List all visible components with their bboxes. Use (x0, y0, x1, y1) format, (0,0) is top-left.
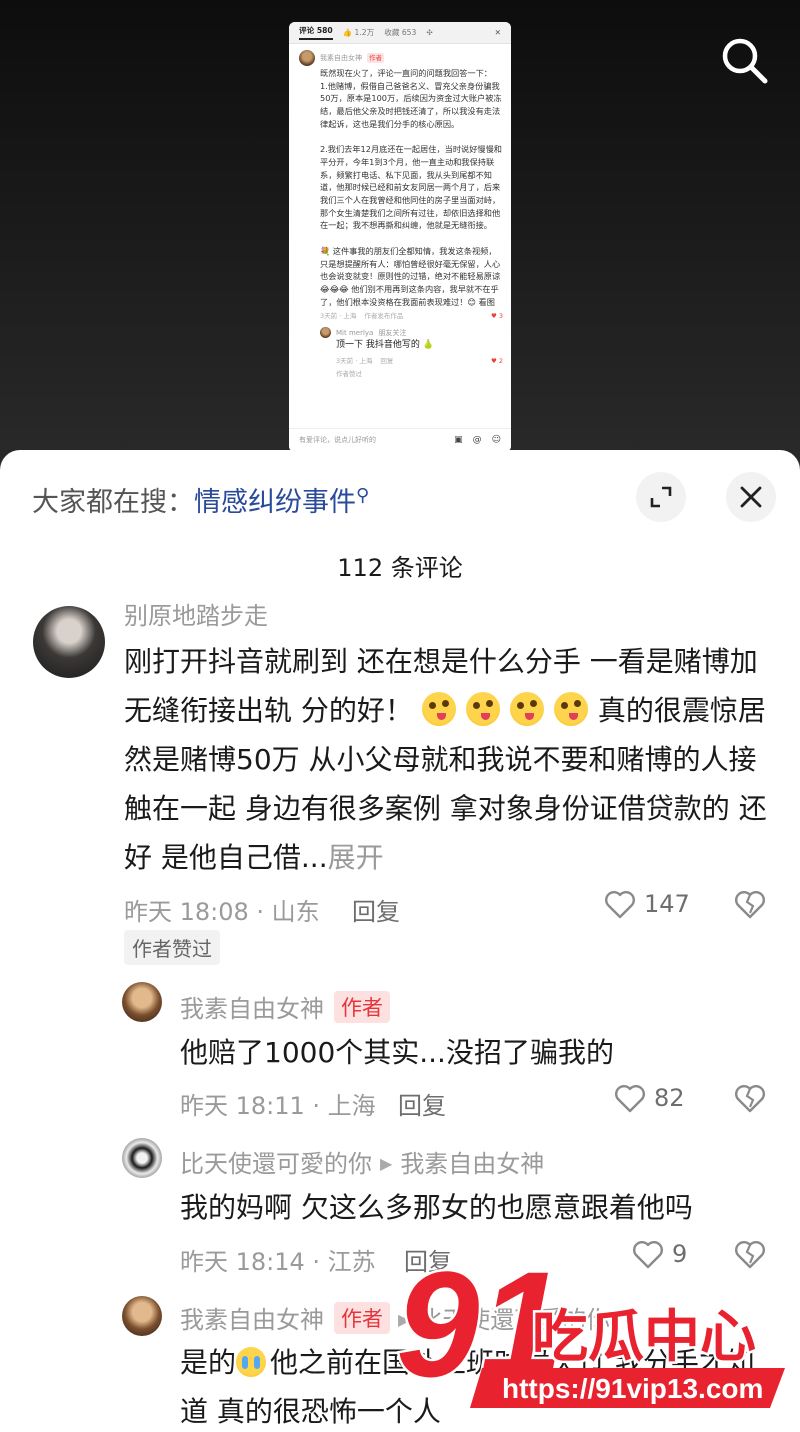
preview-reply-avatar (320, 327, 331, 339)
preview-heart-icon: ♥ 3 (490, 312, 503, 321)
reply-button[interactable]: 回复 (352, 892, 400, 927)
comment-time: 昨天 18:11 · 上海 (180, 1092, 376, 1120)
heart-icon (633, 1241, 663, 1269)
reply-arrow-icon: ▶ (380, 1154, 393, 1173)
small-search-icon: ⚲ (356, 485, 370, 506)
preview-tab-likes: 👍 1.2万 (342, 27, 375, 37)
comment-text: 他赔了1000个其实...没招了骗我的 (180, 1036, 614, 1069)
preview-close-icon: ✕ (494, 27, 501, 37)
reply-to-name: 我素自由女神 (400, 1150, 545, 1178)
video-background: 评论 580 👍 1.2万 收藏 653 ✣ ✕ 我素自由女神 作者 既然现在火… (0, 0, 800, 470)
preview-tab-comments: 评论 580 (299, 25, 333, 41)
expand-button[interactable] (636, 472, 686, 522)
dislike-heart-icon[interactable] (734, 1239, 766, 1269)
preview-share-icon: ✣ (426, 27, 433, 37)
dislike-heart-icon[interactable] (734, 889, 766, 919)
hot-search-bar[interactable]: 大家都在搜：情感纠纷事件⚲ (32, 480, 369, 519)
preview-at-icon: @ (472, 434, 482, 445)
preview-author-tag: 作者 (367, 52, 384, 64)
preview-reply: Mit merlya 朋友关注 顶一下 我抖音他写的 🍐 3天前 · 上海 回复… (320, 327, 503, 379)
video-screenshot: 评论 580 👍 1.2万 收藏 653 ✣ ✕ 我素自由女神 作者 既然现在火… (289, 22, 511, 452)
preview-reply-text: 顶一下 我抖音他写的 🍐 (336, 340, 434, 351)
preview-author-name: 我素自由女神 (320, 53, 362, 62)
like-count: 147 (644, 890, 690, 918)
comment-text: 刚打开抖音就刷到 还在想是什么分手 一看是赌博加无缝衔接出轨 分的好！ 真的很震… (124, 645, 767, 874)
heart-icon (605, 891, 635, 919)
author-tag: 作者 (334, 991, 390, 1023)
emoji-icon (509, 692, 544, 726)
hot-search-keyword[interactable]: 情感纠纷事件 (194, 487, 356, 518)
preview-author-avatar (299, 50, 315, 66)
dislike-heart-icon[interactable] (734, 1083, 766, 1113)
emoji-icon (421, 692, 456, 726)
crying-emoji-icon (236, 1347, 267, 1377)
close-icon (740, 486, 762, 508)
preview-post: 我素自由女神 作者 既然现在火了，评论一直问的问题我回答一下： 1.他赌博，假借… (289, 44, 511, 379)
comment-sheet: 大家都在搜：情感纠纷事件⚲ 112 条评论 别原地踏步走 刚打开抖音就刷到 还在… (0, 450, 800, 1432)
author-liked-badge: 作者赞过 (124, 930, 220, 965)
preview-reply-heart-icon: ♥ 2 (490, 357, 503, 366)
preview-reply-meta: 3天前 · 上海 回复 ♥ 2 (336, 357, 503, 366)
preview-reply-badge: 作者赞过 (336, 370, 362, 379)
commenter-name[interactable]: 我素自由女神 作者 (180, 989, 390, 1024)
sheet-header: 大家都在搜：情感纠纷事件⚲ 112 条评论 (0, 450, 800, 582)
close-button[interactable] (726, 472, 776, 522)
emoji-icon (465, 692, 500, 726)
comment-time: 昨天 18:14 · 江苏 (180, 1248, 376, 1276)
reply-button[interactable]: 回复 (404, 1242, 452, 1277)
comment-time: 昨天 18:08 · 山东 (124, 898, 320, 926)
hot-search-label: 大家都在搜： (32, 487, 194, 518)
search-icon[interactable] (718, 34, 772, 88)
preview-reply-tag: 朋友关注 (378, 328, 407, 337)
avatar[interactable] (122, 982, 162, 1022)
avatar[interactable] (122, 1296, 162, 1336)
expand-text-link[interactable]: 展开 (328, 841, 384, 874)
like-count: 82 (654, 1084, 685, 1112)
author-tag: 作者 (334, 1302, 390, 1334)
reply-button[interactable]: 回复 (398, 1086, 446, 1121)
like-button[interactable]: 82 (614, 1083, 685, 1113)
expand-icon (650, 486, 672, 508)
like-count: 9 (672, 1240, 688, 1268)
commenter-name[interactable]: 我素自由女神 作者 ▶ 比天使還可愛的你 (180, 1300, 610, 1335)
preview-tabs: 评论 580 👍 1.2万 收藏 653 ✣ ✕ (289, 22, 511, 44)
comment-text: 我的妈啊 欠这么多那女的也愿意跟着他吗 (180, 1191, 693, 1224)
reply-arrow-icon: ▶ (398, 1310, 411, 1329)
commenter-name[interactable]: 别原地踏步走 (124, 596, 268, 631)
preview-reply-name: Mit merlya (336, 328, 374, 337)
like-button[interactable]: 9 (632, 1239, 687, 1269)
preview-emoji-icon: ☺ (491, 434, 501, 445)
preview-tab-favorites: 收藏 653 (384, 27, 417, 37)
heart-icon (615, 1085, 645, 1113)
avatar[interactable] (33, 606, 105, 678)
preview-image-icon: ▣ (454, 434, 463, 445)
preview-post-text: 既然现在火了，评论一直问的问题我回答一下： 1.他赌博，假借自己爸爸名义、冒充父… (320, 68, 502, 307)
comment-text: 是的 他之前在国外上班时候欠过 我分手才知道 真的很恐怖一个人 (180, 1346, 755, 1428)
reply-to-name: 比天使還可愛的你 (418, 1306, 611, 1334)
emoji-icon (553, 692, 588, 726)
preview-post-meta: 3天前 · 上海 作者发布作品 ♥ 3 (320, 312, 503, 321)
comment-count: 112 条评论 (337, 554, 463, 582)
avatar[interactable] (122, 1138, 162, 1178)
preview-comment-input: 有爱评论，说点儿好听的 ▣ @ ☺ (289, 428, 511, 452)
commenter-name[interactable]: 比天使還可愛的你 ▶ 我素自由女神 (180, 1144, 544, 1179)
like-button[interactable]: 147 (604, 889, 690, 919)
